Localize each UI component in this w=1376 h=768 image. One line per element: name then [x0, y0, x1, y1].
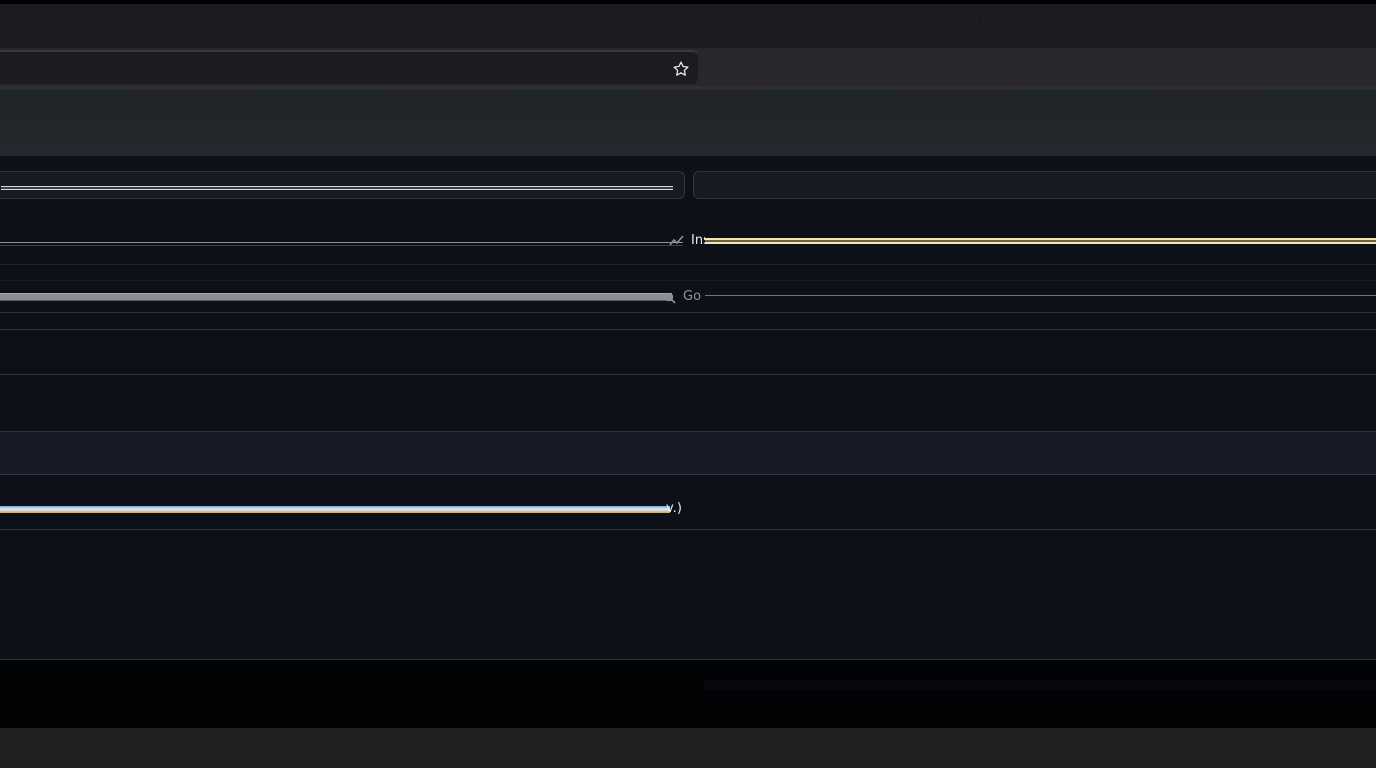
row-1-highlight-line — [705, 238, 1376, 244]
right-pill-faint-text: · · · — [1274, 178, 1284, 185]
main-content: · · · Ins Go v.) — [0, 156, 1376, 660]
taskbar — [0, 728, 1376, 768]
address-bar-url: ·· · ··· ·· · ·· ··· ··· — [86, 56, 132, 63]
row-2-right-line — [705, 295, 1376, 296]
footer-strip — [704, 680, 1376, 690]
row-2-gray-bar — [0, 293, 672, 301]
window-title: · · · · · — [976, 18, 1006, 26]
divider — [0, 329, 1376, 330]
footer-area — [0, 660, 1376, 728]
row-3-color-bar — [0, 506, 670, 513]
row-3-label: v.) — [666, 501, 682, 516]
star-outline-icon — [673, 61, 689, 76]
browser-title-bar: · · · · · — [0, 4, 1376, 48]
left-pill-button[interactable] — [0, 171, 685, 199]
address-bar[interactable]: ·· · ··· ·· · ·· ··· ··· — [0, 50, 698, 84]
divider — [0, 280, 1376, 281]
go-button[interactable]: Go — [683, 289, 701, 305]
row-1-label[interactable]: Ins — [691, 233, 705, 249]
divider — [0, 529, 1376, 530]
left-pill-stripe — [1, 186, 673, 190]
search-icon — [664, 292, 676, 304]
bookmark-star-button[interactable] — [668, 56, 694, 82]
highlighted-row[interactable] — [0, 431, 1376, 475]
trend-icon — [669, 235, 684, 246]
row-1-left-line — [0, 242, 683, 246]
right-pill-button[interactable]: · · · — [693, 171, 1376, 199]
divider — [0, 374, 1376, 375]
divider — [0, 264, 1376, 265]
divider — [0, 312, 1376, 313]
page-header-banner — [0, 90, 1376, 156]
